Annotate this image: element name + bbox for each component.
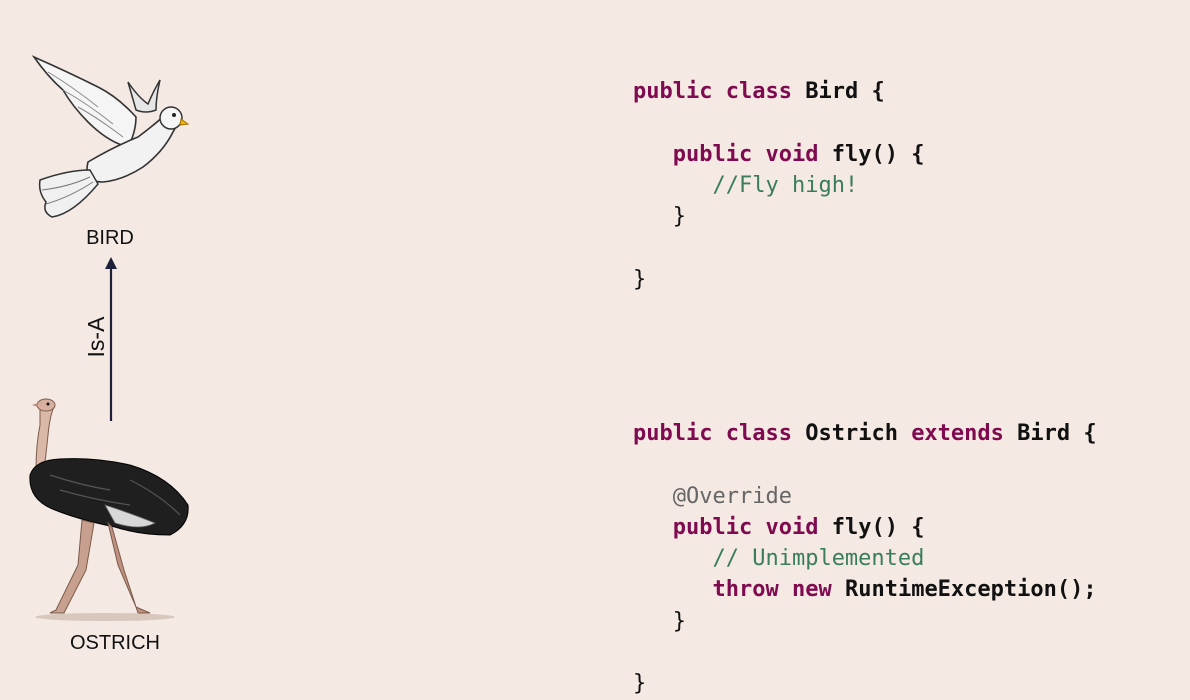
method-name: fly() [831,141,898,167]
method-name: fly() [831,514,898,540]
code-line: } [633,267,646,292]
constructor-call: RuntimeException(); [844,577,1097,603]
brace: } [672,608,686,634]
code-line: public void fly() { [633,141,925,167]
brace: { [911,141,925,167]
code-line: public void fly() { [633,514,925,540]
keyword: class [725,421,792,446]
keyword: public [672,514,753,540]
keyword: new [791,577,832,603]
keyword: public [633,421,713,446]
brace: { [871,79,885,104]
bird-class-code: public class Bird { public void fly() { … [633,76,924,295]
keyword: void [765,514,819,540]
code-line: public class Bird { [633,79,885,104]
code-line: } [633,204,686,229]
brace: } [633,266,647,292]
annotation: @Override [672,483,792,509]
comment: //Fly high! [712,172,859,198]
ostrich-illustration [29,398,189,621]
code-line: throw new RuntimeException(); [633,577,1097,603]
dove-illustration [31,55,190,218]
class-name: Bird [805,79,859,104]
keyword: throw [712,577,779,603]
keyword: public [672,141,753,167]
class-name: Ostrich [805,421,898,446]
code-line: // Unimplemented [633,546,924,571]
code-line: } [633,671,646,696]
keyword: class [725,79,792,104]
ostrich-caption: OSTRICH [70,632,160,654]
brace: { [1083,421,1097,446]
is-a-label: Is-A [83,316,109,358]
bird-caption: BIRD [86,227,134,249]
brace: } [633,671,647,697]
code-line: //Fly high! [633,173,858,198]
comment: // Unimplemented [712,546,925,572]
ostrich-class-code: public class Ostrich extends Bird { @Ove… [633,418,1097,700]
keyword: extends [911,421,1004,446]
parent-class-name: Bird [1017,421,1071,446]
keyword: void [765,141,819,167]
keyword: public [633,79,713,104]
brace: } [672,204,686,230]
code-line: @Override [633,484,792,509]
code-line: } [633,609,686,634]
brace: { [911,514,925,540]
code-line: public class Ostrich extends Bird { [633,421,1097,446]
